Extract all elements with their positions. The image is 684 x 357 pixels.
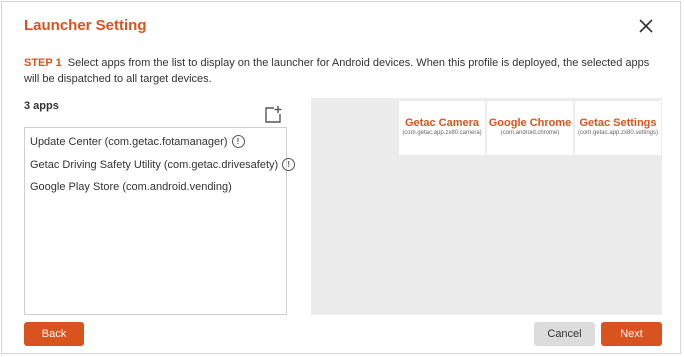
tile-package: (com.getac.app.zx80.settings) [577,130,659,136]
app-count: 3 apps [24,100,59,112]
close-icon[interactable] [634,14,658,38]
tile-name: Getac Camera [405,117,479,129]
launcher-setting-dialog: Launcher Setting STEP 1 Select apps from… [1,1,681,354]
cancel-button[interactable]: Cancel [534,322,595,346]
launcher-preview: Getac Camera (com.getac.app.zx80.camera)… [311,98,662,315]
step-instructions: STEP 1 Select apps from the list to disp… [24,55,654,87]
list-item[interactable]: Update Center (com.getac.fotamanager) ! [30,135,245,148]
back-button[interactable]: Back [24,322,84,346]
launcher-tile[interactable]: Google Chrome (com.android.chrome) [487,101,573,155]
launcher-tile[interactable]: Getac Camera (com.getac.app.zx80.camera) [399,101,485,155]
launcher-tile[interactable]: Getac Settings (com.getac.app.zx80.setti… [575,101,661,155]
list-item[interactable]: Google Play Store (com.android.vending) [30,181,232,193]
list-item-label: Google Play Store (com.android.vending) [30,181,232,193]
step-label: STEP 1 [24,57,62,69]
step-text: Select apps from the list to display on … [24,57,650,85]
list-item-label: Update Center (com.getac.fotamanager) [30,135,228,148]
info-icon[interactable]: ! [282,158,296,171]
tile-package: (com.getac.app.zx80.camera) [402,130,482,136]
tile-name: Getac Settings [579,117,657,129]
info-icon[interactable]: ! [231,135,245,148]
list-item-label: Getac Driving Safety Utility (com.getac.… [30,158,279,171]
next-button[interactable]: Next [601,322,662,346]
tile-package: (com.android.chrome) [500,130,560,136]
add-app-icon[interactable] [263,105,283,125]
tile-name: Google Chrome [488,117,572,129]
list-item[interactable]: Getac Driving Safety Utility (com.getac.… [30,158,296,171]
app-list[interactable]: Update Center (com.getac.fotamanager) ! … [24,127,296,315]
dialog-title: Launcher Setting [24,17,147,34]
